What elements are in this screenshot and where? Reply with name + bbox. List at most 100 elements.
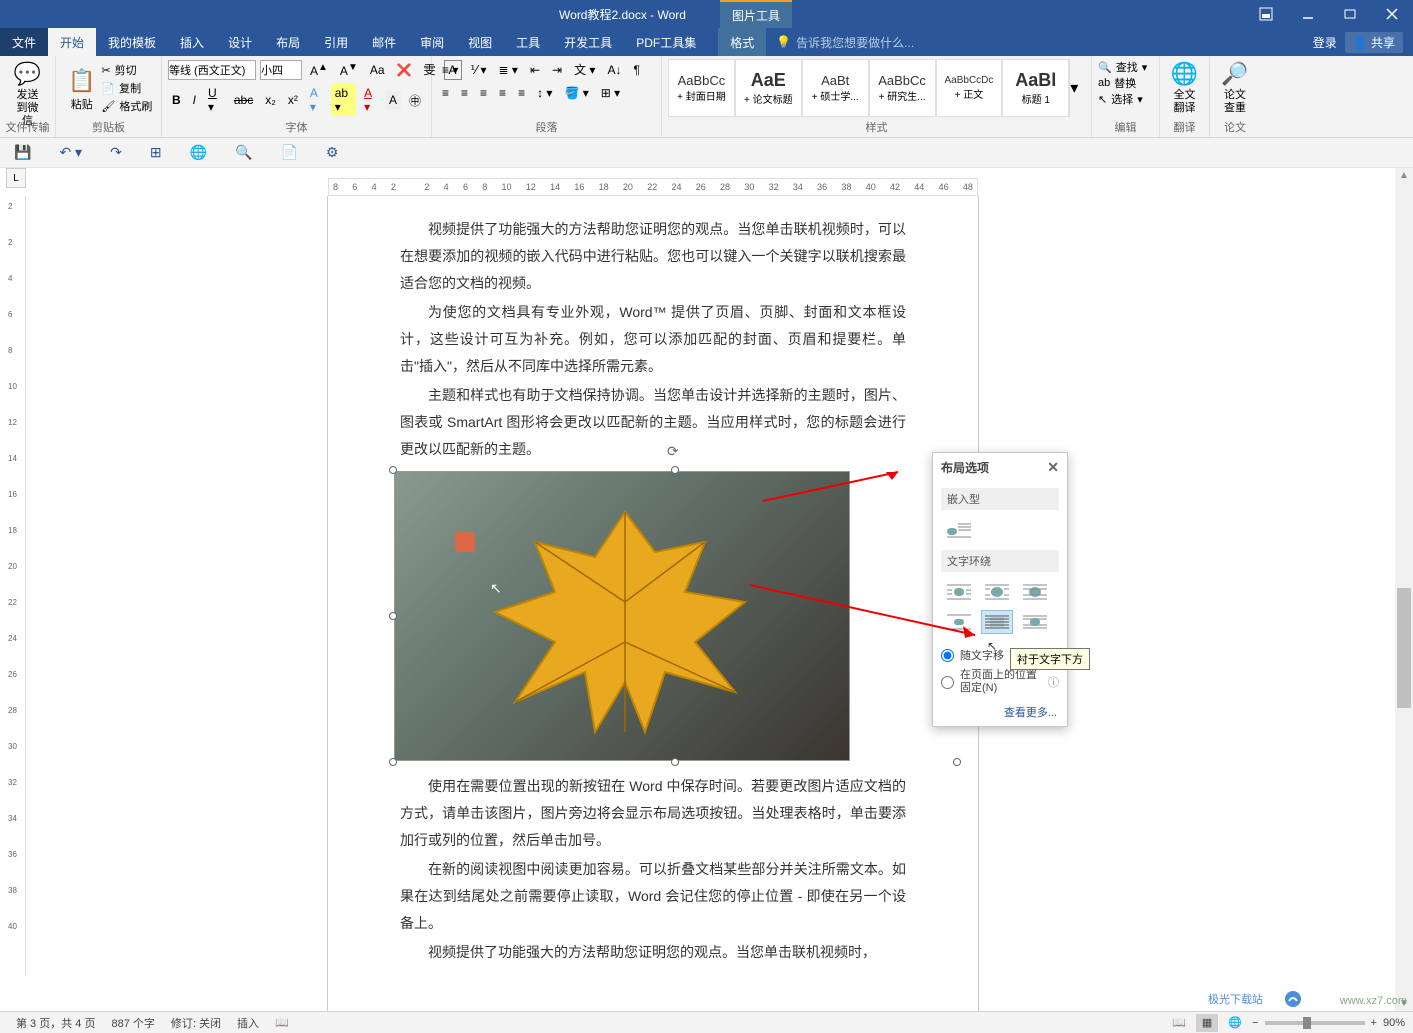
- font-color-button[interactable]: A ▾: [360, 84, 381, 116]
- menu-layout[interactable]: 布局: [264, 28, 312, 56]
- rotate-handle[interactable]: ⟳: [667, 443, 679, 460]
- menu-review[interactable]: 审阅: [408, 28, 456, 56]
- view-web-layout[interactable]: 🌐: [1224, 1014, 1246, 1032]
- layout-infront-text-icon[interactable]: [1019, 610, 1051, 634]
- vertical-scrollbar[interactable]: ▲ ▼: [1395, 168, 1413, 1011]
- align-center-button[interactable]: ≡: [457, 84, 472, 102]
- enclose-char-button[interactable]: ㊥: [405, 90, 425, 111]
- status-insert-mode[interactable]: 插入: [229, 1015, 267, 1031]
- paragraph-1[interactable]: 视频提供了功能强大的方法帮助您证明您的观点。当您单击联机视频时，可以在想要添加的…: [400, 216, 906, 297]
- handle-top-mid[interactable]: [671, 466, 679, 474]
- status-track-changes[interactable]: 修订: 关闭: [163, 1015, 229, 1031]
- layout-tight-icon[interactable]: [981, 580, 1013, 604]
- find-button[interactable]: 🔍查找 ▾: [1098, 59, 1153, 75]
- menu-references[interactable]: 引用: [312, 28, 360, 56]
- justify-button[interactable]: ≡: [495, 84, 510, 102]
- show-marks-button[interactable]: ¶: [629, 61, 643, 79]
- view-print-layout[interactable]: ▦: [1196, 1014, 1218, 1032]
- font-name-select[interactable]: [168, 60, 256, 80]
- menu-format[interactable]: 格式: [718, 28, 766, 56]
- line-spacing-button[interactable]: ↕ ▾: [533, 84, 556, 102]
- qat-btn-8[interactable]: ⚙: [322, 142, 343, 163]
- superscript-button[interactable]: x²: [284, 91, 302, 109]
- qat-btn-4[interactable]: ⊞: [146, 142, 166, 163]
- document-area[interactable]: 视频提供了功能强大的方法帮助您证明您的观点。当您单击联机视频时，可以在想要添加的…: [30, 196, 1395, 1011]
- menu-tools[interactable]: 工具: [504, 28, 552, 56]
- menu-mailings[interactable]: 邮件: [360, 28, 408, 56]
- distribute-button[interactable]: ≡: [514, 84, 529, 102]
- handle-mid-left[interactable]: [389, 612, 397, 620]
- change-case-button[interactable]: Aa: [366, 61, 389, 79]
- menu-file[interactable]: 文件: [0, 28, 48, 56]
- styles-expand[interactable]: ▾: [1069, 59, 1085, 117]
- handle-bot-right[interactable]: [953, 758, 961, 766]
- clear-format-button[interactable]: ❌: [393, 61, 416, 79]
- multilevel-button[interactable]: ≣ ▾: [495, 61, 522, 79]
- shrink-font-button[interactable]: A▼: [336, 60, 362, 80]
- text-direction-button[interactable]: 文 ▾: [570, 59, 599, 80]
- menu-home[interactable]: 开始: [48, 28, 96, 56]
- subscript-button[interactable]: x₂: [261, 91, 280, 109]
- handle-top-left[interactable]: [389, 466, 397, 474]
- horizontal-ruler[interactable]: 8642246810121416182022242628303234363840…: [328, 178, 978, 196]
- align-right-button[interactable]: ≡: [476, 84, 491, 102]
- handle-bot-mid[interactable]: [671, 758, 679, 766]
- qat-save-button[interactable]: 💾: [10, 142, 35, 163]
- menu-templates[interactable]: 我的模板: [96, 28, 168, 56]
- status-extra[interactable]: 📖: [267, 1016, 297, 1029]
- sort-button[interactable]: A↓: [603, 61, 625, 79]
- scrollbar-thumb[interactable]: [1397, 588, 1411, 708]
- grow-font-button[interactable]: A▲: [306, 60, 332, 80]
- qat-btn-6[interactable]: 🔍: [231, 142, 256, 163]
- select-button[interactable]: ↖选择 ▾: [1098, 91, 1153, 107]
- paste-button[interactable]: 📋 粘贴: [62, 59, 101, 121]
- ribbon-display-options[interactable]: [1245, 0, 1287, 28]
- char-shading-button[interactable]: A: [385, 91, 401, 109]
- paragraph-6[interactable]: 视频提供了功能强大的方法帮助您证明您的观点。当您单击联机视频时，: [400, 939, 906, 966]
- zoom-slider[interactable]: [1265, 1021, 1365, 1025]
- decrease-indent-button[interactable]: ⇤: [526, 61, 544, 79]
- handle-bot-left[interactable]: [389, 758, 397, 766]
- qat-redo-button[interactable]: ↷: [106, 142, 126, 163]
- layout-through-icon[interactable]: [1019, 580, 1051, 604]
- style-heading1[interactable]: AaBl标题 1: [1002, 59, 1069, 117]
- layout-behind-text-icon[interactable]: [981, 610, 1013, 634]
- layout-topbottom-icon[interactable]: [943, 610, 975, 634]
- align-left-button[interactable]: ≡: [438, 84, 453, 102]
- paragraph-4[interactable]: 使用在需要位置出现的新按钮在 Word 中保存时间。若要更改图片适应文档的方式，…: [400, 773, 906, 854]
- selected-image[interactable]: ⟳ ↖: [394, 471, 956, 761]
- strikethrough-button[interactable]: abc: [230, 91, 257, 109]
- menu-view[interactable]: 视图: [456, 28, 504, 56]
- vertical-ruler[interactable]: 2 2 4 6 8 10 12 14 16 18 20 22 24 26 28 …: [6, 196, 26, 976]
- highlight-button[interactable]: ab ▾: [331, 84, 356, 116]
- share-button[interactable]: 👤 共享: [1345, 32, 1403, 53]
- style-cover-date[interactable]: AaBbCc+ 封面日期: [668, 59, 735, 117]
- maximize-button[interactable]: [1329, 0, 1371, 28]
- close-button[interactable]: [1371, 0, 1413, 28]
- zoom-out-button[interactable]: −: [1252, 1017, 1258, 1029]
- thesis-check-button[interactable]: 🔎 论文 查重: [1216, 59, 1254, 117]
- layout-fix-position-radio[interactable]: 在页面上的位置固定(N) ⓘ: [933, 666, 1067, 698]
- radio-move-with-text[interactable]: [941, 649, 954, 662]
- translate-button[interactable]: 🌐 全文 翻译: [1166, 59, 1203, 117]
- status-page[interactable]: 第 3 页，共 4 页: [8, 1015, 103, 1031]
- layout-inline-icon[interactable]: [943, 518, 975, 542]
- bullets-button[interactable]: ≡ ▾: [438, 61, 462, 79]
- text-effects-button[interactable]: A ▾: [306, 84, 327, 116]
- zoom-slider-thumb[interactable]: [1303, 1017, 1311, 1029]
- zoom-in-button[interactable]: +: [1371, 1017, 1377, 1029]
- menu-developer[interactable]: 开发工具: [552, 28, 624, 56]
- style-thesis-title[interactable]: AaE+ 论文标题: [735, 59, 802, 117]
- copy-button[interactable]: 📄复制: [101, 80, 152, 96]
- borders-button[interactable]: ⊞ ▾: [597, 84, 624, 102]
- minimize-button[interactable]: [1287, 0, 1329, 28]
- info-icon-2[interactable]: ⓘ: [1048, 674, 1059, 690]
- menu-design[interactable]: 设计: [216, 28, 264, 56]
- format-painter-button[interactable]: 🖌格式刷: [101, 98, 152, 114]
- replace-button[interactable]: ab替换: [1098, 75, 1153, 91]
- shading-button[interactable]: 🪣 ▾: [560, 84, 592, 102]
- ruler-corner[interactable]: L: [6, 168, 26, 188]
- status-word-count[interactable]: 887 个字: [103, 1015, 162, 1031]
- paragraph-5[interactable]: 在新的阅读视图中阅读更加容易。可以折叠文档某些部分并关注所需文本。如果在达到结尾…: [400, 856, 906, 937]
- style-graduate[interactable]: AaBbCc+ 研究生...: [869, 59, 936, 117]
